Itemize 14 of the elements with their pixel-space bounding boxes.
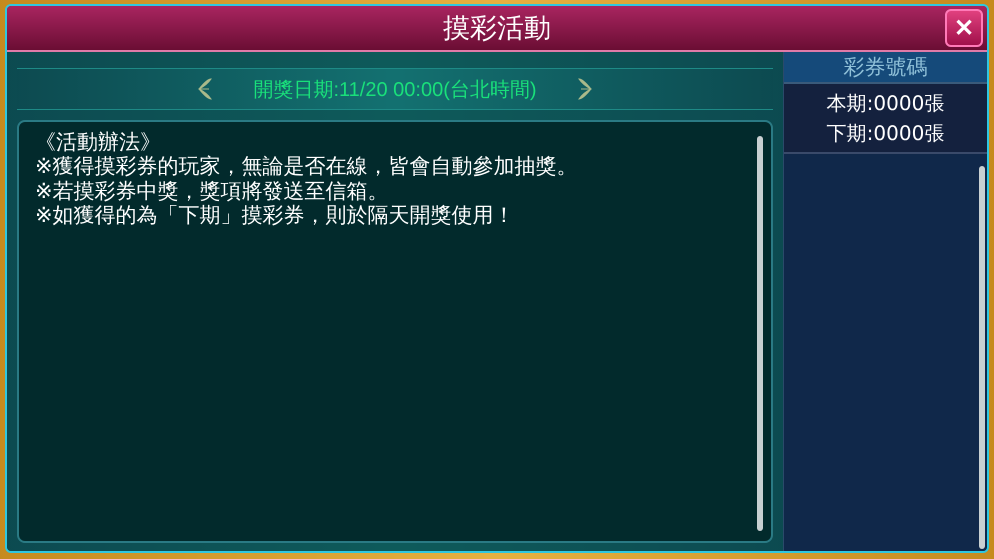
leaf-ornament-icon: [197, 77, 214, 101]
draw-date-text: 開獎日期:11/20 00:00(台北時間): [253, 78, 537, 102]
scrollbar[interactable]: [979, 166, 985, 549]
scrollbar[interactable]: [757, 136, 763, 531]
rules-heading: 《活動辦法》: [35, 130, 162, 154]
ticket-count: 下期:0000張: [826, 120, 944, 147]
ticket-count: 本期:0000張: [826, 90, 944, 117]
rule-line: ※若摸彩券中獎，獎項將發送至信箱。: [35, 178, 390, 204]
leaf-ornament-icon: [576, 77, 593, 101]
rule-line: ※如獲得的為「下期」摸彩券，則於隔天開獎使用！: [35, 203, 516, 228]
tickets-header: 彩券號碼: [784, 52, 987, 84]
window-title: 摸彩活動: [443, 12, 551, 46]
rule-line: ※獲得摸彩券的玩家，無論是否在線，皆會自動參加抽獎。: [35, 154, 579, 179]
close-button[interactable]: ✕: [945, 9, 983, 47]
